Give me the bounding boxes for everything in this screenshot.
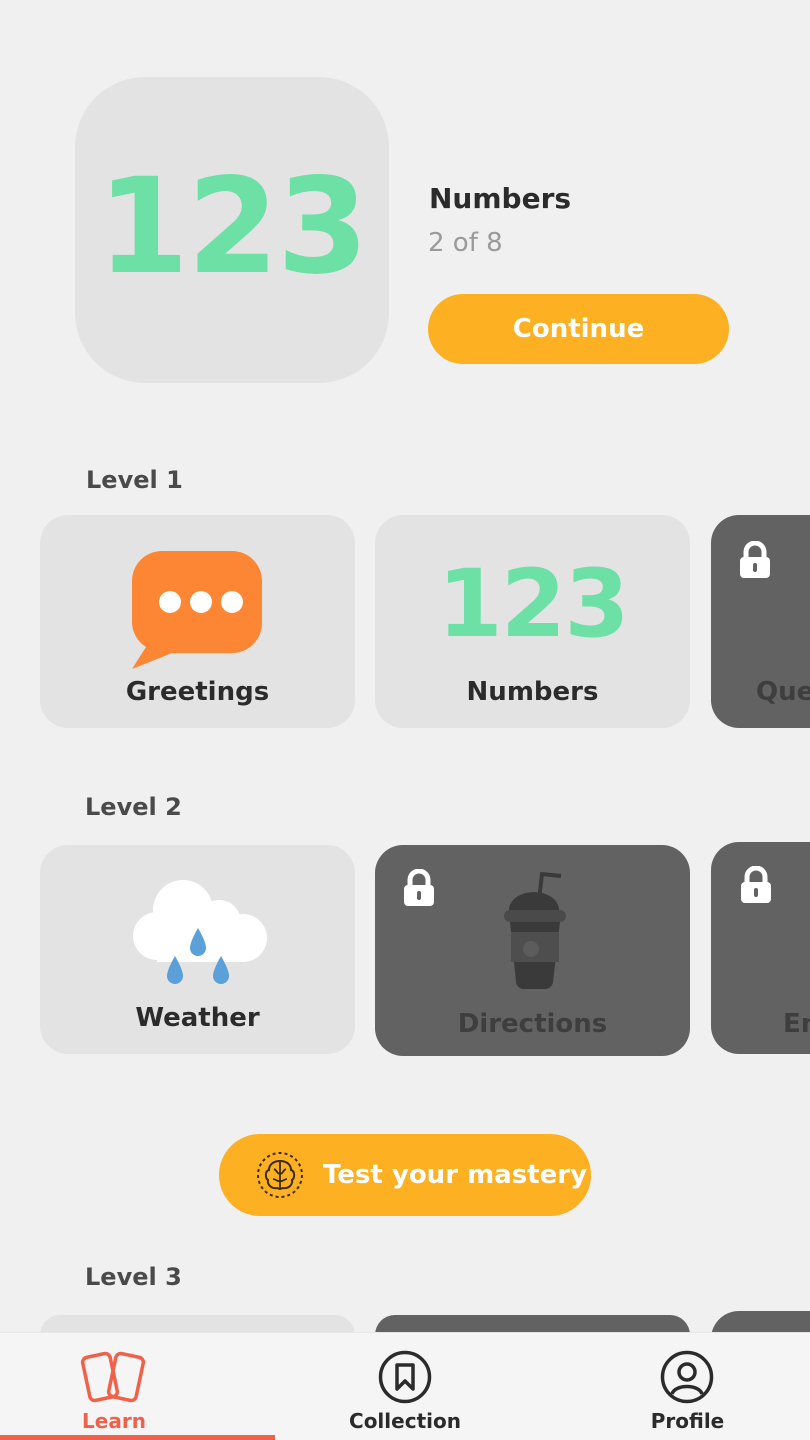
card-label: Greetings bbox=[125, 677, 270, 707]
level-1-label: Level 1 bbox=[86, 466, 183, 494]
card-label: Directions bbox=[457, 1009, 608, 1039]
rain-cloud-icon bbox=[133, 880, 267, 984]
continue-button[interactable]: Continue bbox=[428, 294, 729, 364]
brain-icon bbox=[257, 1152, 303, 1198]
bottom-navigation: Learn Collection Profile bbox=[0, 1332, 810, 1440]
nav-label: Profile bbox=[650, 1409, 725, 1433]
lock-icon bbox=[740, 541, 770, 578]
drink-cup-icon bbox=[504, 872, 566, 990]
card-label: Numbers bbox=[466, 677, 599, 707]
speech-bubble-icon bbox=[132, 551, 262, 669]
card-label: Weather bbox=[135, 1003, 260, 1033]
lesson-card-locked[interactable]: Que bbox=[711, 515, 810, 728]
test-mastery-label: Test your mastery bbox=[323, 1160, 588, 1190]
test-mastery-button[interactable]: Test your mastery bbox=[219, 1134, 591, 1216]
profile-icon bbox=[660, 1350, 714, 1404]
nav-collection[interactable]: Collection bbox=[290, 1333, 520, 1440]
lesson-progress-text: 2 of 8 bbox=[428, 228, 503, 258]
level-3-label: Level 3 bbox=[85, 1263, 182, 1291]
lesson-card-greetings[interactable]: Greetings bbox=[40, 515, 355, 728]
numbers-123-icon: 123 bbox=[437, 550, 629, 659]
numbers-123-icon: 123 bbox=[97, 150, 369, 304]
nav-learn[interactable]: Learn bbox=[0, 1333, 228, 1440]
cards-icon bbox=[80, 1351, 146, 1403]
level-2-label: Level 2 bbox=[85, 793, 182, 821]
lesson-card-locked[interactable]: En bbox=[711, 842, 810, 1054]
current-lesson-title: Numbers bbox=[429, 182, 572, 215]
nav-label: Collection bbox=[349, 1409, 461, 1433]
lesson-card-directions[interactable]: Directions bbox=[375, 845, 690, 1056]
active-tab-indicator bbox=[0, 1435, 275, 1440]
lock-icon bbox=[404, 869, 434, 906]
lock-icon bbox=[741, 866, 771, 903]
card-label: Que bbox=[756, 677, 810, 707]
lesson-card-weather[interactable]: Weather bbox=[40, 845, 355, 1054]
card-label: En bbox=[783, 1009, 810, 1039]
bookmark-icon bbox=[378, 1350, 432, 1404]
nav-profile[interactable]: Profile bbox=[580, 1333, 795, 1440]
lesson-card-numbers[interactable]: 123 Numbers bbox=[375, 515, 690, 728]
nav-label: Learn bbox=[82, 1409, 146, 1433]
